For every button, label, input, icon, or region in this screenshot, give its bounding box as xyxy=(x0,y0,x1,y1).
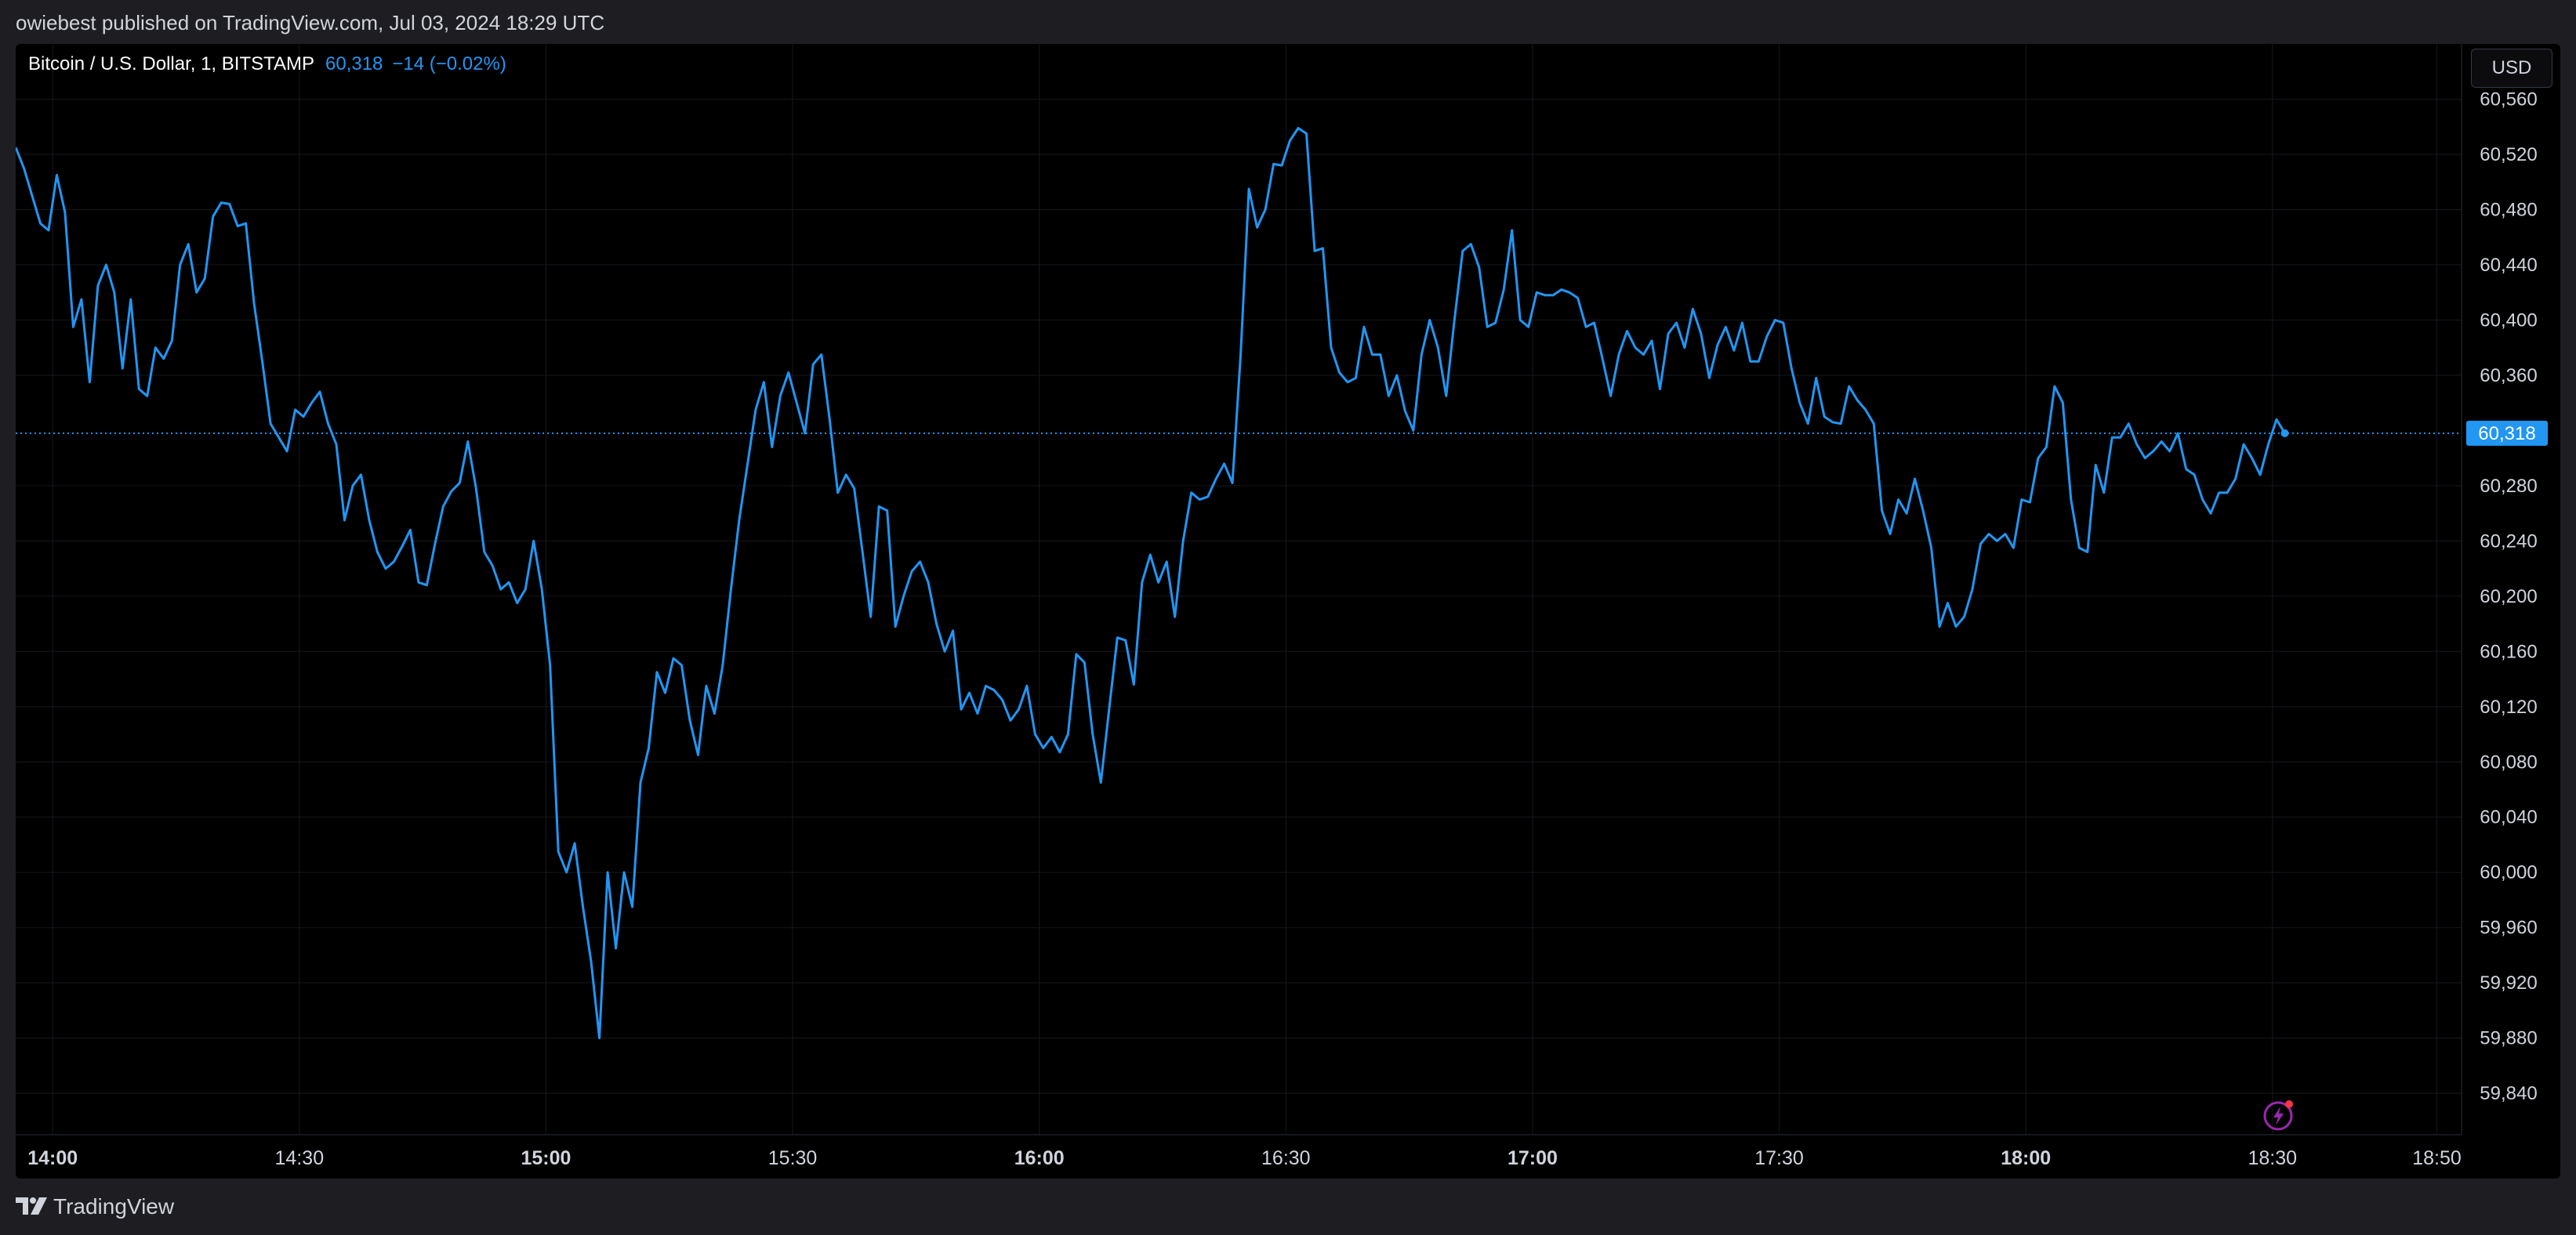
price-tick-label: 60,480 xyxy=(2480,199,2537,220)
time-tick-label: 14:30 xyxy=(275,1147,325,1169)
time-tick-label: 16:30 xyxy=(1261,1147,1311,1169)
lightning-bolt-icon[interactable] xyxy=(2262,1099,2295,1132)
footer-brand: TradingView xyxy=(53,1194,175,1219)
time-tick-label: 18:30 xyxy=(2248,1147,2298,1169)
last-price-badge-text: 60,318 xyxy=(2478,423,2535,444)
price-tick-label: 60,040 xyxy=(2480,807,2537,828)
price-tick-label: 60,080 xyxy=(2480,752,2537,773)
price-tick-label: 60,400 xyxy=(2480,310,2537,331)
publisher-bar: owiebest published on TradingView.com, J… xyxy=(0,0,2576,45)
price-tick-label: 60,240 xyxy=(2480,531,2537,552)
chart-axes xyxy=(16,44,2462,1135)
symbol-legend[interactable]: Bitcoin / U.S. Dollar, 1, BITSTAMP 60,318… xyxy=(28,53,506,75)
published-caption: owiebest published on TradingView.com, J… xyxy=(16,11,605,34)
last-price-dot xyxy=(2280,429,2289,437)
legend-change: −14 (−0.02%) xyxy=(392,53,506,74)
time-tick-label: 15:00 xyxy=(521,1147,571,1169)
time-tick-label: 16:00 xyxy=(1014,1147,1065,1169)
price-tick-label: 60,200 xyxy=(2480,586,2537,607)
price-chart[interactable]: 60,318 60,56060,52060,48060,44060,40060,… xyxy=(16,44,2560,1179)
last-price-marker: 60,318 xyxy=(2466,420,2548,446)
currency-button[interactable]: USD xyxy=(2471,49,2552,88)
time-tick-label: 15:30 xyxy=(768,1147,818,1169)
price-axis-labels: 60,560 60,520 60,480 60,440 60,400 60,360 60,2… xyxy=(2480,89,2537,1104)
price-tick-label: 59,880 xyxy=(2480,1028,2537,1049)
price-tick-label: 60,120 xyxy=(2480,697,2537,718)
price-tick-label: 60,160 xyxy=(2480,641,2537,662)
chart-grid xyxy=(16,44,2462,1135)
price-tick-label: 60,280 xyxy=(2480,476,2537,497)
time-axis-labels: 14:00 14:30 15:00 15:30 16:00 16:30 17:00 17:30… xyxy=(27,1147,2462,1169)
price-tick-label: 59,920 xyxy=(2480,972,2537,994)
time-tick-label: 17:00 xyxy=(1508,1147,1558,1169)
price-tick-label: 60,520 xyxy=(2480,144,2537,165)
price-tick-label: 59,840 xyxy=(2480,1083,2537,1104)
price-tick-label: 60,560 xyxy=(2480,89,2537,110)
time-tick-label: 18:50 xyxy=(2412,1147,2462,1169)
price-tick-label: 60,000 xyxy=(2480,862,2537,883)
footer-bar: TradingView xyxy=(0,1179,2576,1235)
legend-price: 60,318 xyxy=(325,53,383,74)
symbol-title: Bitcoin / U.S. Dollar, 1, BITSTAMP xyxy=(28,53,314,74)
price-tick-label: 59,960 xyxy=(2480,918,2537,939)
tradingview-logo-icon xyxy=(16,1197,47,1215)
time-tick-label: 17:30 xyxy=(1754,1147,1804,1169)
time-tick-label: 18:00 xyxy=(2001,1147,2051,1169)
chart-panel[interactable]: 60,318 60,560 60,520 60,480 60,440 60,400 60,… xyxy=(16,44,2560,1179)
price-tick-label: 60,360 xyxy=(2480,365,2537,386)
time-tick-label: 14:00 xyxy=(27,1147,78,1169)
price-tick-label: 60,440 xyxy=(2480,255,2537,276)
